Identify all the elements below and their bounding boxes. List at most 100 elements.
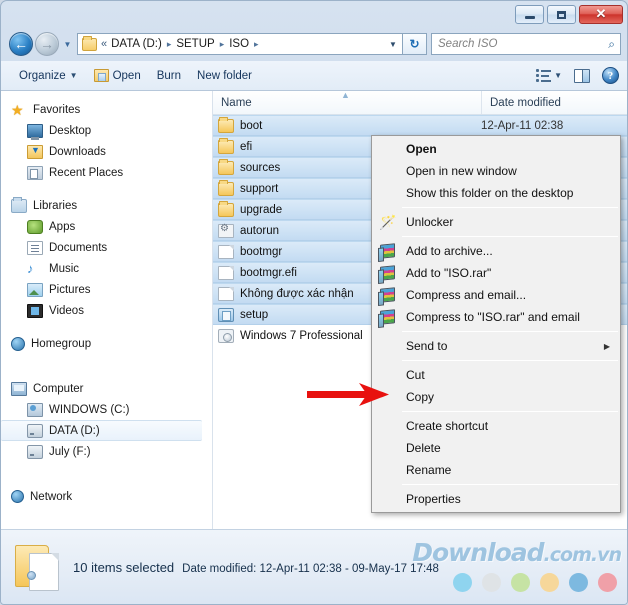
explorer-window: ✕ ← → ▼ « DATA (D:) ▸ SETUP ▸ ISO ▸ ▼ ↻ … [0,0,628,605]
context-menu[interactable]: Open Open in new window Show this folder… [371,135,621,513]
column-header-name[interactable]: Name ▲ [213,91,481,114]
sidebar-item-documents[interactable]: Documents [1,237,212,258]
maximize-button[interactable] [547,5,576,24]
file-icon [218,286,234,301]
menu-label: Add to "ISO.rar" [406,266,492,280]
file-name: upgrade [240,203,283,216]
watermark: Download.com.vn [412,538,622,567]
sidebar-item-windows-c[interactable]: WINDOWS (C:) [1,399,212,420]
window-controls: ✕ [515,5,623,24]
chevron-down-icon[interactable]: ▼ [384,40,402,49]
context-menu-item-show-on-desktop[interactable]: Show this folder on the desktop [372,182,620,204]
breadcrumb-item-0[interactable]: DATA (D:) [109,38,164,50]
watermark-text: Download.com.vn [412,538,622,567]
downloads-icon [27,144,43,159]
context-menu-item-rename[interactable]: Rename [372,459,620,481]
column-header-label: Name [221,96,252,109]
menu-separator [402,207,618,208]
file-name: setup [240,308,269,321]
open-button[interactable]: Open [86,64,149,88]
history-dropdown-icon[interactable]: ▼ [62,40,73,49]
forward-button[interactable]: → [35,32,59,56]
minimize-button[interactable] [515,5,544,24]
sidebar-label: Recent Places [49,166,124,179]
back-button[interactable]: ← [9,32,33,56]
context-menu-item-add-to-archive[interactable]: Add to archive... [372,240,620,262]
context-menu-item-send-to[interactable]: Send to ▶ [372,335,620,357]
sidebar-label: Downloads [49,145,106,158]
sidebar-label: Documents [49,241,108,254]
navigation-pane[interactable]: ★ Favorites Desktop Downloads Recent Pla… [1,91,213,531]
breadcrumb-chevron-0[interactable]: ▸ [164,39,175,50]
context-menu-item-properties[interactable]: Properties [372,488,620,510]
menu-label: Cut [406,368,425,382]
search-placeholder: Search ISO [438,38,498,50]
sidebar-group-computer[interactable]: Computer [1,378,212,399]
sidebar-item-recent-places[interactable]: Recent Places [1,162,212,183]
sidebar-group-favorites[interactable]: ★ Favorites [1,99,212,120]
address-breadcrumb-bar[interactable]: « DATA (D:) ▸ SETUP ▸ ISO ▸ ▼ [77,33,403,55]
context-menu-item-unlocker[interactable]: 🪄 Unlocker [372,211,620,233]
star-icon: ★ [11,101,24,118]
sidebar-item-desktop[interactable]: Desktop [1,120,212,141]
computer-icon [11,381,27,396]
sidebar-group-network[interactable]: Network [1,486,212,507]
folder-icon [218,158,234,175]
breadcrumb-chevron-2[interactable]: ▸ [251,39,262,50]
sidebar-item-pictures[interactable]: Pictures [1,279,212,300]
file-name: efi [240,140,253,153]
close-button[interactable]: ✕ [579,5,623,24]
folder-icon [218,179,234,196]
burn-button[interactable]: Burn [149,64,189,88]
sidebar-item-data-d[interactable]: DATA (D:) [1,420,202,441]
file-name: Không được xác nhận [240,287,354,300]
context-menu-item-add-to-iso-rar[interactable]: Add to "ISO.rar" [372,262,620,284]
table-row[interactable]: boot 12-Apr-11 02:38 [213,115,627,136]
sidebar-label: Desktop [49,124,92,137]
sidebar-label: Pictures [49,283,91,296]
context-menu-item-compress-to-iso-rar-and-email[interactable]: Compress to "ISO.rar" and email [372,306,620,328]
dot [569,573,588,592]
context-menu-item-compress-and-email[interactable]: Compress and email... [372,284,620,306]
sidebar-item-downloads[interactable]: Downloads [1,141,212,162]
context-menu-item-open[interactable]: Open [372,138,620,160]
winrar-icon [379,309,396,325]
view-chevron-down-icon[interactable]: ▼ [554,71,562,80]
sidebar-item-videos[interactable]: Videos [1,300,212,321]
sidebar-item-apps[interactable]: Apps [1,216,212,237]
context-menu-item-copy[interactable]: Copy [372,386,620,408]
menu-label: Unlocker [406,215,454,229]
new-folder-button[interactable]: New folder [189,64,260,88]
preview-pane-icon[interactable] [574,68,590,83]
winrar-icon [379,265,396,281]
config-file-icon [218,223,234,238]
search-input[interactable]: Search ISO ⌕ [431,33,621,55]
context-menu-item-create-shortcut[interactable]: Create shortcut [372,415,620,437]
status-bar: 10 items selected Date modified: 12-Apr-… [1,529,627,604]
context-menu-item-open-in-new-window[interactable]: Open in new window [372,160,620,182]
context-menu-item-delete[interactable]: Delete [372,437,620,459]
breadcrumb-item-1[interactable]: SETUP [174,38,216,50]
context-menu-item-cut[interactable]: Cut [372,364,620,386]
sidebar-label: DATA (D:) [49,424,100,437]
menu-separator [402,360,618,361]
menu-label: Rename [406,463,452,477]
menu-separator [402,411,618,412]
help-icon[interactable]: ? [602,67,619,84]
sidebar-group-libraries[interactable]: Libraries [1,195,212,216]
sidebar-item-music[interactable]: ♪ Music [1,258,212,279]
organize-button[interactable]: Organize ▼ [11,64,86,88]
sidebar-group-homegroup[interactable]: Homegroup [1,333,212,354]
search-icon[interactable]: ⌕ [608,37,615,52]
refresh-button[interactable]: ↻ [403,33,427,55]
date-modified-label: Date modified: [182,562,257,575]
change-view-icon[interactable] [536,68,552,83]
column-header-date-modified[interactable]: Date modified [481,91,627,114]
breadcrumb-item-2[interactable]: ISO [227,38,251,50]
dot [453,573,472,592]
breadcrumb-overflow[interactable]: « [100,38,109,50]
sidebar-item-july-f[interactable]: July (F:) [1,441,212,462]
folder-icon [82,35,97,51]
breadcrumb-chevron-1[interactable]: ▸ [217,39,228,50]
